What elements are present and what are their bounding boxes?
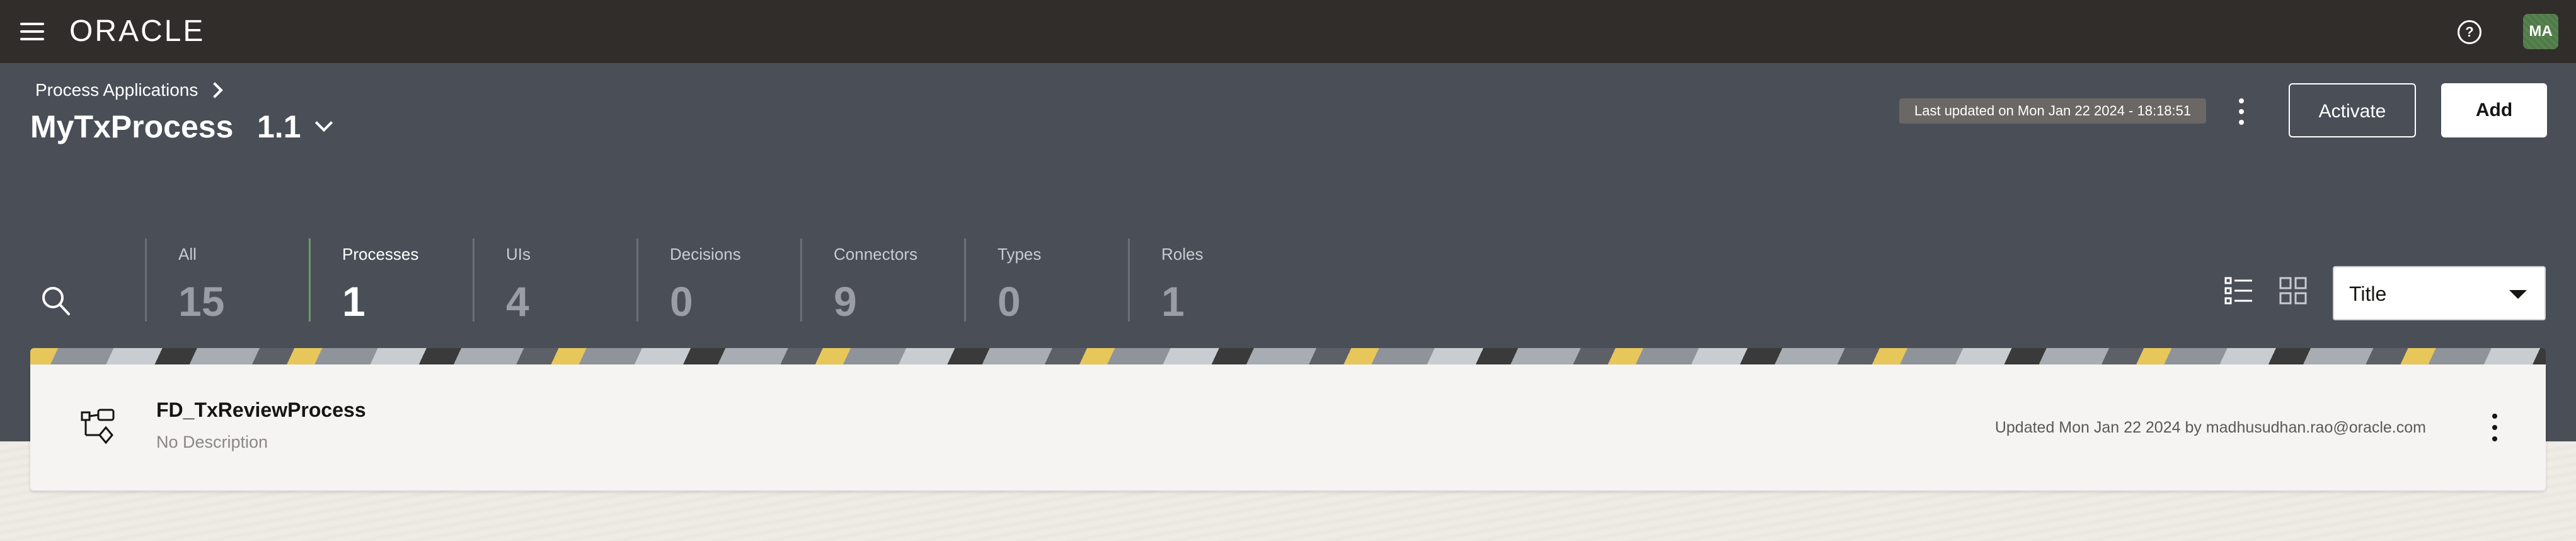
- tab-label: Processes: [342, 245, 419, 264]
- item-more-actions-icon[interactable]: [2485, 410, 2504, 445]
- breadcrumb-label: Process Applications: [35, 80, 198, 100]
- tab-roles[interactable]: Roles 1: [1128, 238, 1287, 325]
- tab-processes[interactable]: Processes 1: [309, 238, 468, 325]
- chevron-down-icon: [314, 113, 333, 132]
- sort-selected-value: Title: [2349, 282, 2387, 305]
- tab-uis[interactable]: UIs 4: [473, 238, 632, 325]
- tab-label: Connectors: [834, 245, 917, 264]
- tab-count: 4: [506, 278, 529, 325]
- tab-count: 0: [670, 278, 693, 325]
- chevron-right-icon: [207, 82, 224, 98]
- activate-button[interactable]: Activate: [2289, 83, 2416, 137]
- card-banner: [30, 348, 2546, 364]
- hamburger-menu-icon[interactable]: [20, 21, 44, 42]
- list-view-icon[interactable]: [2224, 276, 2253, 305]
- tab-label: Decisions: [670, 245, 741, 264]
- tab-connectors[interactable]: Connectors 9: [800, 238, 960, 325]
- search-icon[interactable]: [40, 285, 71, 317]
- tab-all[interactable]: All 15: [145, 238, 304, 325]
- breadcrumb[interactable]: Process Applications: [35, 80, 224, 100]
- list-item[interactable]: FD_TxReviewProcess No Description Update…: [30, 364, 2546, 491]
- page-title: MyTxProcess: [30, 109, 234, 144]
- caret-down-icon: [2509, 290, 2527, 299]
- tab-decisions[interactable]: Decisions 0: [636, 238, 796, 325]
- oracle-logo: ORACLE: [69, 15, 205, 48]
- grid-view-icon[interactable]: [2279, 276, 2308, 305]
- item-description: No Description: [156, 433, 268, 451]
- item-updated-info: Updated Mon Jan 22 2024 by madhusudhan.r…: [1994, 419, 2426, 436]
- help-icon[interactable]: ?: [2458, 20, 2481, 44]
- tab-label: All: [178, 245, 197, 264]
- tab-count: 15: [178, 278, 225, 325]
- version-label: 1.1: [257, 109, 301, 144]
- add-button[interactable]: Add: [2441, 83, 2547, 137]
- tab-types[interactable]: Types 0: [964, 238, 1124, 325]
- avatar[interactable]: MA: [2523, 14, 2558, 49]
- tab-label: Roles: [1161, 245, 1204, 264]
- tab-label: UIs: [506, 245, 531, 264]
- top-bar: ORACLE ? MA: [0, 0, 2576, 63]
- tab-count: 1: [1161, 278, 1185, 325]
- process-icon: [81, 409, 115, 445]
- more-actions-icon[interactable]: [2232, 96, 2251, 127]
- tab-label: Types: [998, 245, 1042, 264]
- last-updated-badge: Last updated on Mon Jan 22 2024 - 18:18:…: [1899, 98, 2207, 124]
- tab-count: 0: [998, 278, 1021, 325]
- item-title[interactable]: FD_TxReviewProcess: [156, 398, 366, 422]
- version-selector[interactable]: 1.1: [257, 108, 333, 145]
- sort-select[interactable]: Title: [2333, 266, 2546, 320]
- tab-count: 1: [342, 278, 365, 325]
- tab-count: 9: [834, 278, 857, 325]
